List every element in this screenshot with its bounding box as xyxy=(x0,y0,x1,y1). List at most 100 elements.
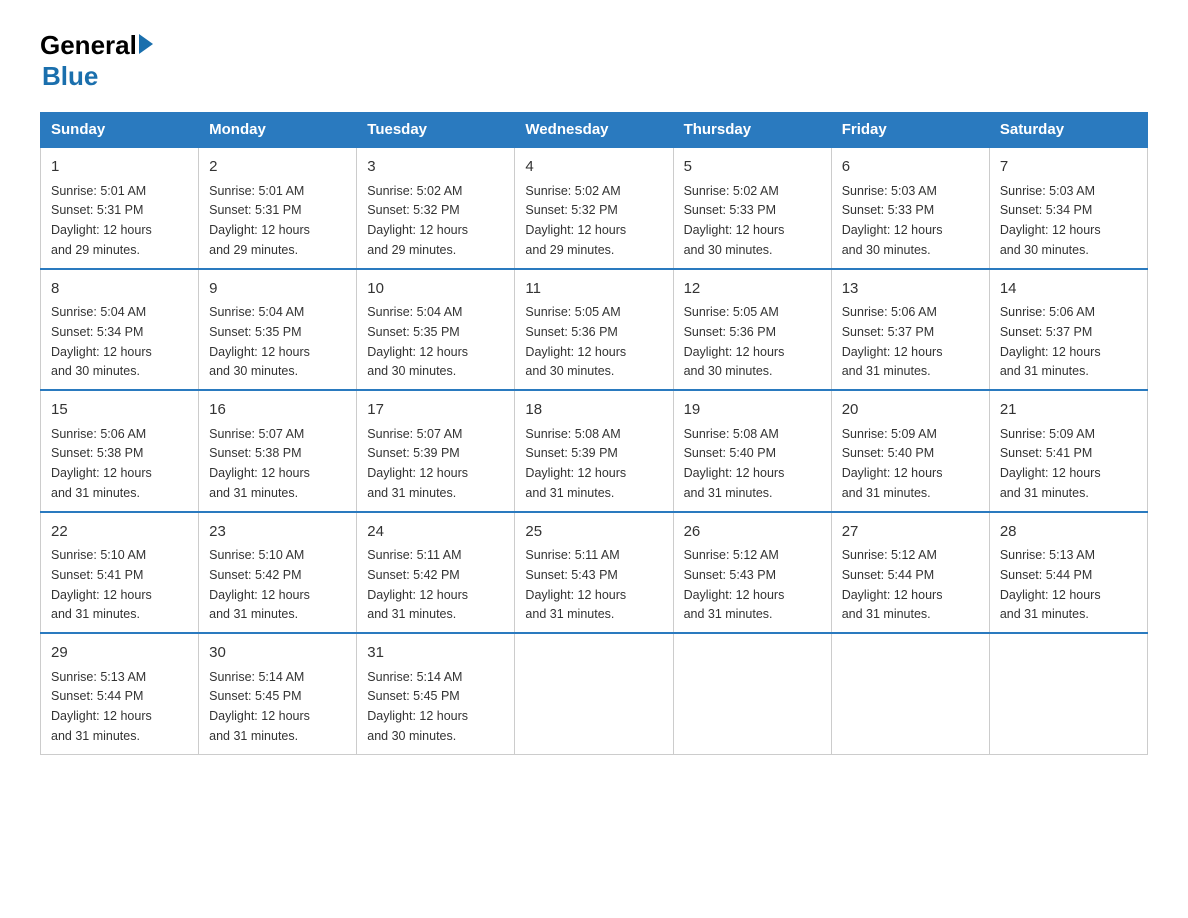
daylight-label: Daylight: 12 hours xyxy=(842,588,943,602)
sunrise-info: Sunrise: 5:10 AM xyxy=(51,548,146,562)
calendar-cell: 13Sunrise: 5:06 AMSunset: 5:37 PMDayligh… xyxy=(831,269,989,391)
sunset-info: Sunset: 5:42 PM xyxy=(209,568,301,582)
day-number: 30 xyxy=(209,642,346,665)
calendar-cell: 2 Sunrise: 5:01 AM Sunset: 5:31 PM Daylight… xyxy=(199,147,357,269)
day-number: 4 xyxy=(525,156,662,179)
logo: General Blue xyxy=(40,30,153,92)
sunset-info: Sunset: 5:33 PM xyxy=(842,203,934,217)
day-number: 10 xyxy=(367,278,504,301)
calendar-cell: 23Sunrise: 5:10 AMSunset: 5:42 PMDayligh… xyxy=(199,512,357,634)
daylight-label: Daylight: 12 hours xyxy=(842,223,943,237)
sunrise-info: Sunrise: 5:05 AM xyxy=(684,305,779,319)
sunrise-info: Sunrise: 5:02 AM xyxy=(684,184,779,198)
daylight-minutes: and 31 minutes. xyxy=(51,486,140,500)
daylight-minutes: and 31 minutes. xyxy=(209,486,298,500)
sunrise-info: Sunrise: 5:12 AM xyxy=(684,548,779,562)
calendar-cell xyxy=(515,633,673,754)
daylight-label: Daylight: 12 hours xyxy=(51,466,152,480)
daylight-label: Daylight: 12 hours xyxy=(51,223,152,237)
daylight-minutes: and 31 minutes. xyxy=(842,607,931,621)
column-header-wednesday: Wednesday xyxy=(515,113,673,148)
calendar-cell: 16Sunrise: 5:07 AMSunset: 5:38 PMDayligh… xyxy=(199,390,357,512)
daylight-minutes: and 29 minutes. xyxy=(367,243,456,257)
sunrise-info: Sunrise: 5:09 AM xyxy=(842,427,937,441)
column-header-thursday: Thursday xyxy=(673,113,831,148)
sunrise-info: Sunrise: 5:05 AM xyxy=(525,305,620,319)
day-number: 25 xyxy=(525,521,662,544)
day-number: 2 xyxy=(209,156,346,179)
sunset-info: Sunset: 5:35 PM xyxy=(209,325,301,339)
column-header-tuesday: Tuesday xyxy=(357,113,515,148)
sunrise-info: Sunrise: 5:08 AM xyxy=(525,427,620,441)
calendar-cell: 11Sunrise: 5:05 AMSunset: 5:36 PMDayligh… xyxy=(515,269,673,391)
day-number: 24 xyxy=(367,521,504,544)
sunrise-info: Sunrise: 5:06 AM xyxy=(842,305,937,319)
sunrise-info: Sunrise: 5:06 AM xyxy=(51,427,146,441)
calendar-cell: 21Sunrise: 5:09 AMSunset: 5:41 PMDayligh… xyxy=(989,390,1147,512)
logo-arrow-icon xyxy=(139,34,153,54)
sunset-info: Sunset: 5:36 PM xyxy=(684,325,776,339)
sunrise-info: Sunrise: 5:14 AM xyxy=(367,670,462,684)
calendar-cell: 9Sunrise: 5:04 AMSunset: 5:35 PMDaylight… xyxy=(199,269,357,391)
day-number: 9 xyxy=(209,278,346,301)
sunrise-info: Sunrise: 5:03 AM xyxy=(1000,184,1095,198)
sunrise-info: Sunrise: 5:01 AM xyxy=(209,184,304,198)
daylight-label: Daylight: 12 hours xyxy=(209,466,310,480)
calendar-cell: 27Sunrise: 5:12 AMSunset: 5:44 PMDayligh… xyxy=(831,512,989,634)
day-number: 22 xyxy=(51,521,188,544)
calendar-cell: 6Sunrise: 5:03 AMSunset: 5:33 PMDaylight… xyxy=(831,147,989,269)
daylight-label: Daylight: 12 hours xyxy=(367,345,468,359)
calendar-cell: 31Sunrise: 5:14 AMSunset: 5:45 PMDayligh… xyxy=(357,633,515,754)
sunset-info: Sunset: 5:37 PM xyxy=(1000,325,1092,339)
day-number: 29 xyxy=(51,642,188,665)
calendar-cell: 8Sunrise: 5:04 AMSunset: 5:34 PMDaylight… xyxy=(41,269,199,391)
daylight-minutes: and 31 minutes. xyxy=(51,729,140,743)
sunrise-info: Sunrise: 5:13 AM xyxy=(51,670,146,684)
week-row-3: 15Sunrise: 5:06 AMSunset: 5:38 PMDayligh… xyxy=(41,390,1148,512)
day-number: 19 xyxy=(684,399,821,422)
sunset-info: Sunset: 5:34 PM xyxy=(51,325,143,339)
day-number: 7 xyxy=(1000,156,1137,179)
page-header: General Blue xyxy=(40,30,1148,92)
sunset-info: Sunset: 5:34 PM xyxy=(1000,203,1092,217)
sunrise-info: Sunrise: 5:03 AM xyxy=(842,184,937,198)
day-number: 15 xyxy=(51,399,188,422)
day-number: 23 xyxy=(209,521,346,544)
calendar-cell: 14Sunrise: 5:06 AMSunset: 5:37 PMDayligh… xyxy=(989,269,1147,391)
sunrise-info: Sunrise: 5:06 AM xyxy=(1000,305,1095,319)
daylight-minutes: and 29 minutes. xyxy=(525,243,614,257)
daylight-label: Daylight: 12 hours xyxy=(684,223,785,237)
day-number: 17 xyxy=(367,399,504,422)
logo-general-text: General xyxy=(40,30,137,61)
daylight-label: Daylight: 12 hours xyxy=(1000,345,1101,359)
week-row-2: 8Sunrise: 5:04 AMSunset: 5:34 PMDaylight… xyxy=(41,269,1148,391)
daylight-label: Daylight: 12 hours xyxy=(1000,588,1101,602)
calendar-cell xyxy=(989,633,1147,754)
daylight-minutes: and 30 minutes. xyxy=(1000,243,1089,257)
sunset-info: Sunset: 5:41 PM xyxy=(51,568,143,582)
day-number: 28 xyxy=(1000,521,1137,544)
daylight-label: Daylight: 12 hours xyxy=(842,466,943,480)
calendar-cell: 19Sunrise: 5:08 AMSunset: 5:40 PMDayligh… xyxy=(673,390,831,512)
daylight-minutes: and 31 minutes. xyxy=(367,607,456,621)
calendar-cell: 5 Sunrise: 5:02 AM Sunset: 5:33 PM Daylight… xyxy=(673,147,831,269)
daylight-label: Daylight: 12 hours xyxy=(1000,223,1101,237)
calendar-cell: 25Sunrise: 5:11 AMSunset: 5:43 PMDayligh… xyxy=(515,512,673,634)
daylight-label: Daylight: 12 hours xyxy=(525,588,626,602)
sunset-info: Sunset: 5:31 PM xyxy=(209,203,301,217)
sunset-info: Sunset: 5:33 PM xyxy=(684,203,776,217)
sunset-info: Sunset: 5:43 PM xyxy=(525,568,617,582)
day-number: 8 xyxy=(51,278,188,301)
daylight-minutes: and 30 minutes. xyxy=(367,729,456,743)
daylight-minutes: and 31 minutes. xyxy=(1000,607,1089,621)
column-header-saturday: Saturday xyxy=(989,113,1147,148)
daylight-minutes: and 30 minutes. xyxy=(684,243,773,257)
sunset-info: Sunset: 5:44 PM xyxy=(842,568,934,582)
calendar-cell: 1Sunrise: 5:01 AMSunset: 5:31 PMDaylight… xyxy=(41,147,199,269)
sunrise-info: Sunrise: 5:02 AM xyxy=(525,184,620,198)
day-number: 5 xyxy=(684,156,821,179)
day-number: 27 xyxy=(842,521,979,544)
daylight-label: Daylight: 12 hours xyxy=(209,223,310,237)
daylight-minutes: and 31 minutes. xyxy=(684,607,773,621)
calendar-cell xyxy=(831,633,989,754)
